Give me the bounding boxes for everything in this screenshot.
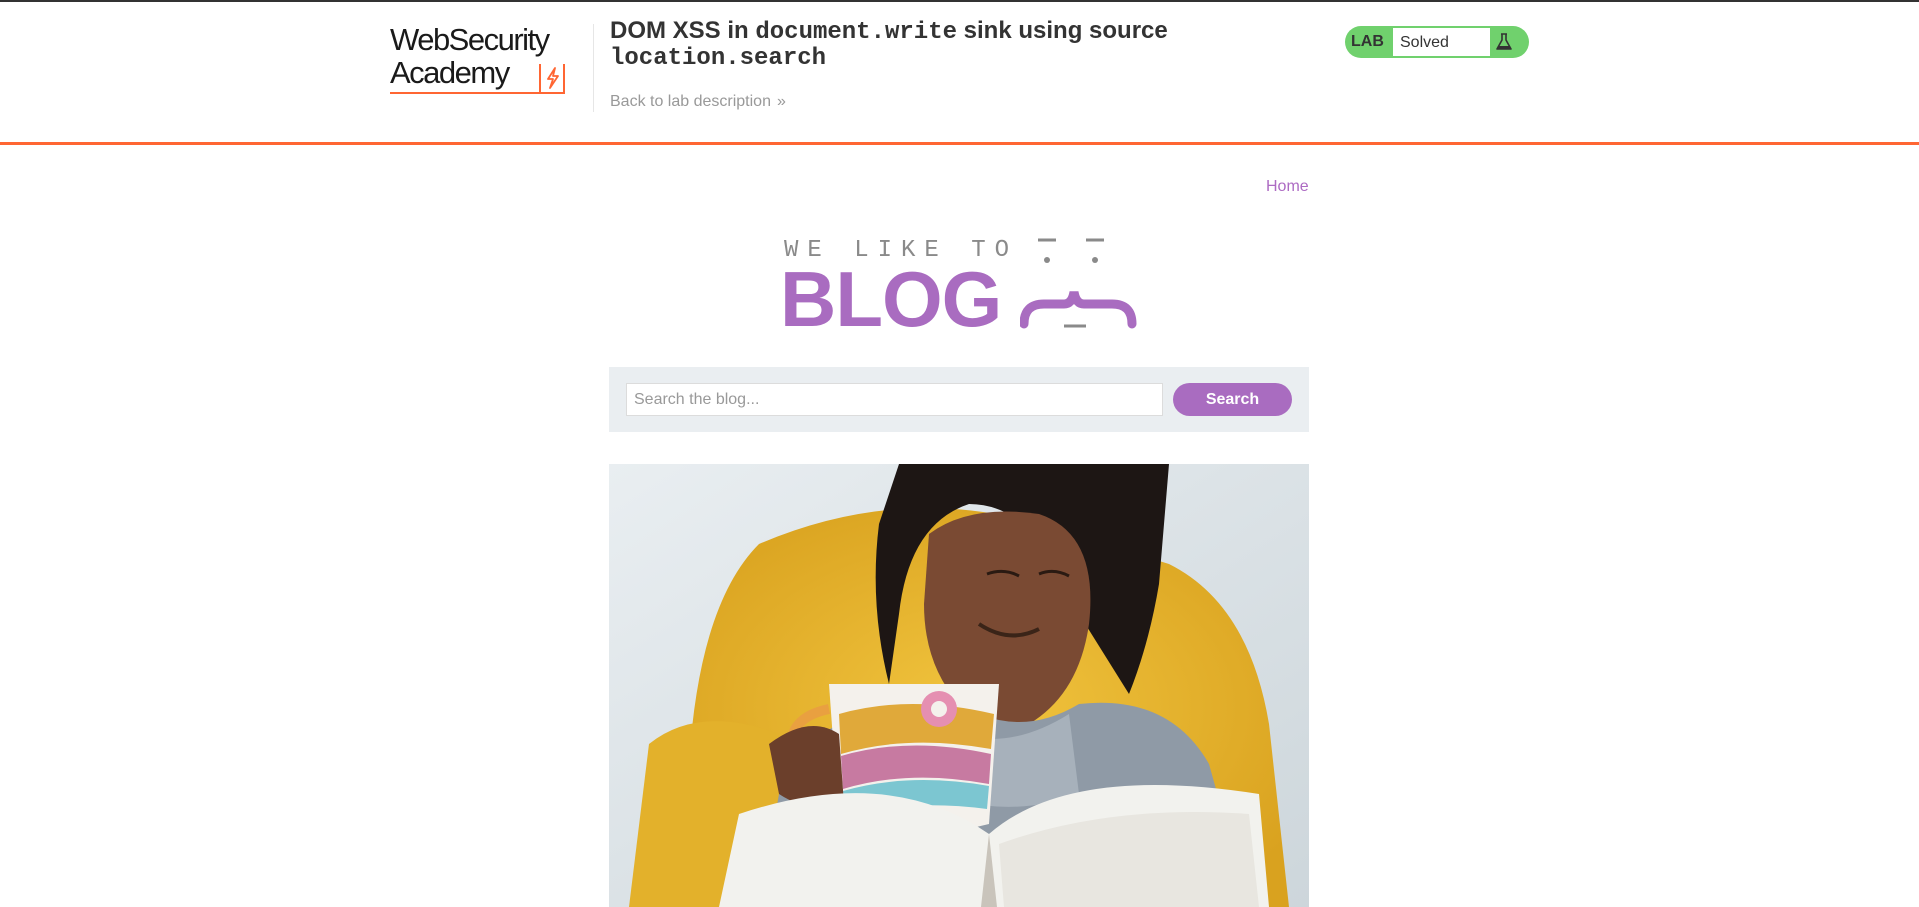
back-to-lab-link[interactable]: Back to lab description » (610, 93, 786, 111)
title-code-source: location.search (610, 45, 827, 72)
title-prefix: DOM XSS in (610, 17, 756, 44)
blog-banner: WE LIKE TO BLOG (780, 232, 1140, 339)
lab-status-widget: LAB Solved (1345, 26, 1529, 58)
header-divider (593, 24, 594, 112)
woman-reading-photo (609, 464, 1309, 907)
flask-icon[interactable] (1495, 33, 1513, 56)
nav-home-link[interactable]: Home (1266, 178, 1309, 196)
logo-underline (390, 92, 540, 94)
lab-header: WebSecurity Academy DOM XSS in document.… (0, 2, 1919, 145)
logo-line1: WebSecurity (390, 22, 550, 57)
lab-label: LAB (1351, 33, 1384, 50)
back-link-label: Back to lab description (610, 93, 771, 110)
title-code-sink: document.write (755, 19, 957, 46)
title-middle: sink using source (957, 17, 1168, 44)
banner-blog-text: BLOG (780, 255, 1002, 343)
academy-logo[interactable]: WebSecurity Academy (390, 24, 590, 96)
search-button[interactable]: Search (1173, 383, 1292, 416)
lab-status-value: Solved (1393, 28, 1490, 56)
bolt-icon (539, 64, 565, 94)
banner-face-icon (1020, 238, 1137, 329)
search-input[interactable] (626, 383, 1163, 416)
blog-search-form: Search (609, 367, 1309, 432)
lab-title: DOM XSS in document.write sink using sou… (610, 19, 1170, 71)
blog-post-image[interactable] (609, 464, 1309, 907)
chevron-right-icon: » (776, 93, 786, 110)
